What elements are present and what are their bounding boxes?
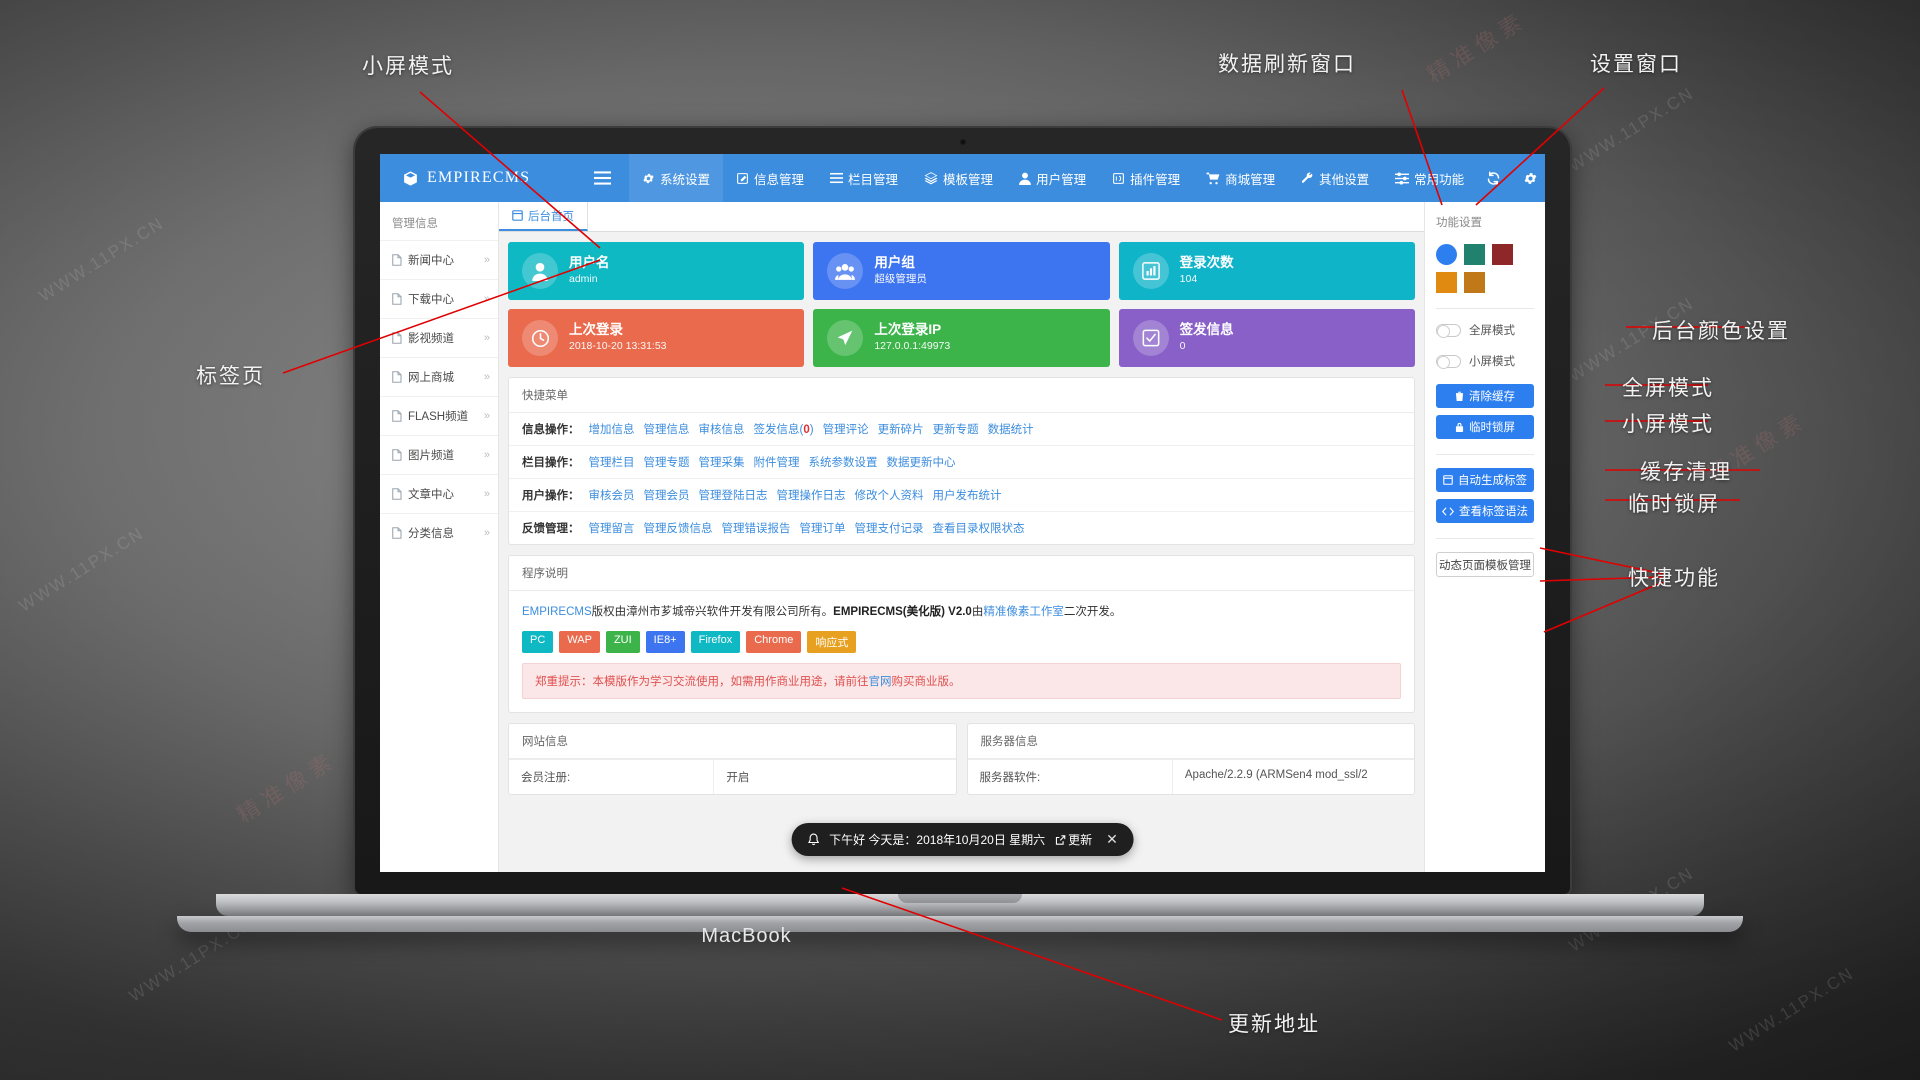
annotation-lines [282, 87, 1760, 1021]
